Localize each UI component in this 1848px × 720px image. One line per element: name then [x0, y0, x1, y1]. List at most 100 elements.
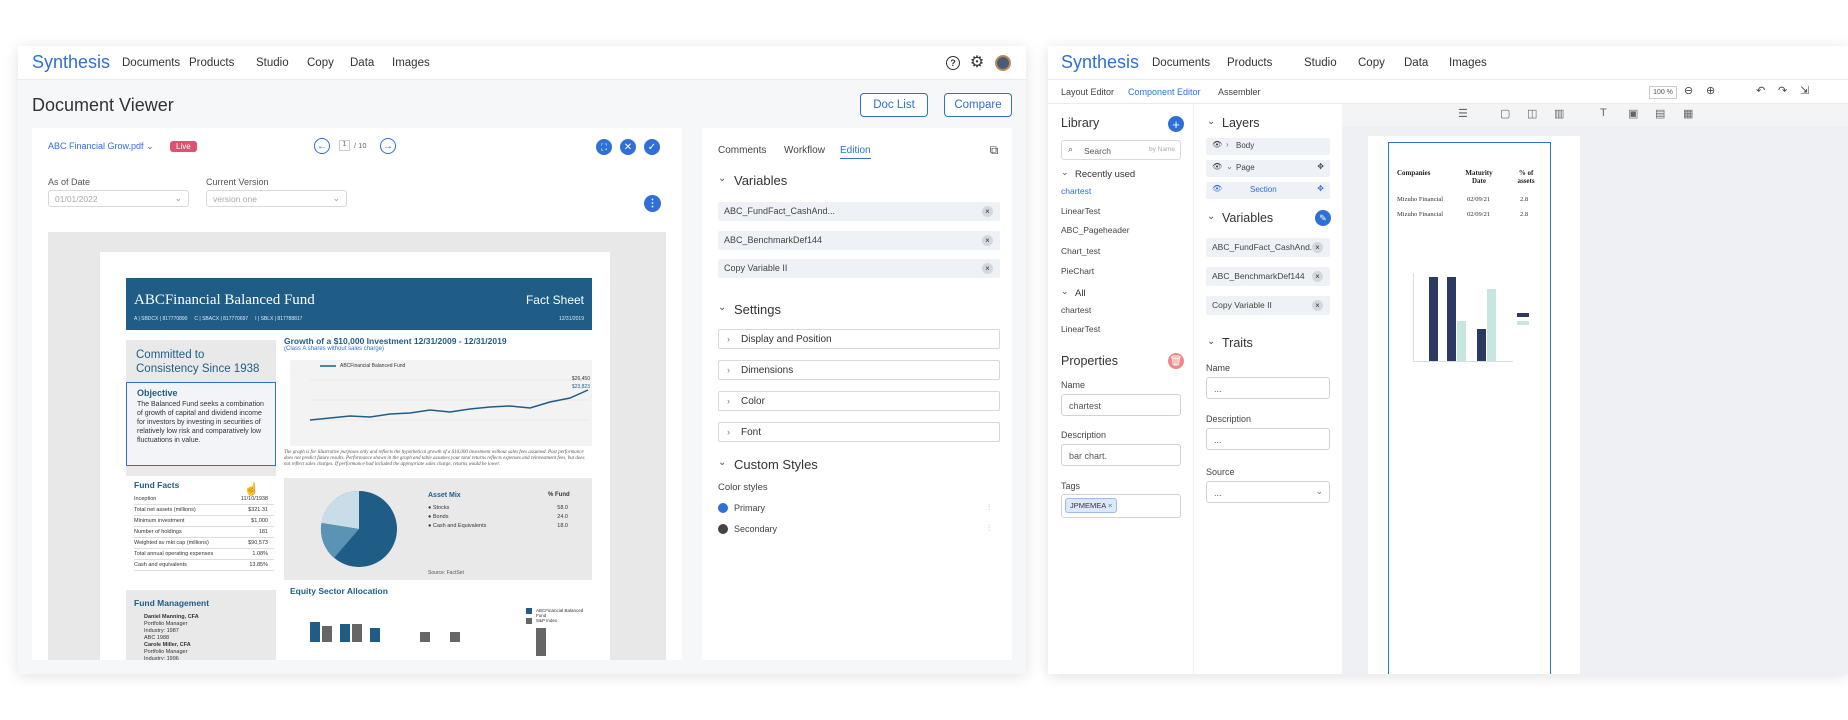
- description-input[interactable]: bar chart.: [1061, 444, 1181, 466]
- export-icon[interactable]: ⇲: [1800, 84, 1809, 97]
- nav-products[interactable]: Products: [1227, 57, 1272, 69]
- export-icon[interactable]: ⧉: [986, 142, 1002, 158]
- compare-button[interactable]: Compare: [944, 93, 1012, 117]
- variable-chip[interactable]: ABC_FundFact_CashAnd... ×: [1206, 238, 1330, 257]
- chevron-down-icon[interactable]: ⌄: [718, 302, 726, 313]
- variable-chip[interactable]: ABC_BenchmarkDef144 ×: [1206, 267, 1330, 286]
- adjust-icon[interactable]: ⫶: [988, 502, 990, 513]
- chevron-down-icon[interactable]: ⌄: [718, 173, 726, 184]
- remove-icon[interactable]: ×: [1312, 242, 1323, 253]
- eye-icon[interactable]: 👁: [1212, 162, 1222, 171]
- chevron-down-icon[interactable]: ⌄: [1207, 336, 1215, 347]
- nav-studio[interactable]: Studio: [256, 57, 289, 69]
- remove-icon[interactable]: ×: [1108, 501, 1112, 510]
- brand-logo[interactable]: Synthesis: [1061, 52, 1139, 73]
- doc-list-button[interactable]: Doc List: [860, 93, 928, 117]
- move-icon[interactable]: ✥: [1317, 162, 1324, 171]
- library-item[interactable]: PieChart: [1061, 266, 1094, 276]
- remove-icon[interactable]: ×: [1312, 271, 1323, 282]
- brand-logo[interactable]: Synthesis: [32, 52, 110, 73]
- tab-layout-editor[interactable]: Layout Editor: [1061, 87, 1114, 97]
- zoom-input[interactable]: 100 %: [1649, 86, 1677, 99]
- adjust-icon[interactable]: ⫶: [988, 523, 990, 534]
- objective-box[interactable]: Objective The Balanced Fund seeks a comb…: [126, 382, 276, 466]
- eye-icon[interactable]: 👁: [1212, 140, 1222, 149]
- nav-studio[interactable]: Studio: [1304, 57, 1337, 69]
- move-icon[interactable]: ✥: [1317, 184, 1324, 193]
- trait-name-input[interactable]: ...: [1206, 377, 1330, 399]
- library-item[interactable]: ABC_Pageheader: [1061, 225, 1130, 235]
- search-by-select[interactable]: by Name: [1149, 146, 1175, 153]
- next-page-icon[interactable]: →: [380, 138, 396, 154]
- edit-icon[interactable]: ✎: [1315, 210, 1331, 226]
- trait-source-select[interactable]: ... ⌄: [1206, 481, 1330, 503]
- variable-chip[interactable]: Copy Variable II ×: [718, 259, 1000, 278]
- chart-icon[interactable]: ▤: [1655, 107, 1665, 120]
- image-icon[interactable]: ▣: [1628, 107, 1638, 120]
- chevron-down-icon[interactable]: ⌄: [1207, 211, 1215, 222]
- table-icon[interactable]: ▦: [1683, 107, 1693, 120]
- variable-chip[interactable]: Copy Variable II ×: [1206, 296, 1330, 315]
- more-options-icon[interactable]: ⋮: [644, 195, 661, 212]
- remove-icon[interactable]: ×: [982, 206, 993, 217]
- library-item[interactable]: Chart_test: [1061, 246, 1100, 256]
- accordion-dimensions[interactable]: › Dimensions: [718, 360, 1000, 380]
- trait-description-input[interactable]: ...: [1206, 428, 1330, 450]
- page-input[interactable]: 1: [339, 140, 350, 151]
- variable-chip[interactable]: ABC_FundFact_CashAnd... ×: [718, 202, 1000, 221]
- layer-body[interactable]: 👁 › Body: [1206, 138, 1330, 155]
- accordion-color[interactable]: › Color: [718, 391, 1000, 411]
- tags-input[interactable]: JPMEMEA ×: [1061, 494, 1181, 518]
- name-input[interactable]: chartest: [1061, 394, 1181, 416]
- one-column-icon[interactable]: ▢: [1500, 107, 1510, 120]
- variable-chip[interactable]: ABC_BenchmarkDef144 ×: [718, 231, 1000, 250]
- help-icon[interactable]: ?: [946, 56, 960, 70]
- reject-icon[interactable]: ✕: [620, 139, 636, 155]
- zoom-out-icon[interactable]: ⊖: [1684, 84, 1693, 97]
- nav-images[interactable]: Images: [392, 57, 430, 69]
- tab-comments[interactable]: Comments: [718, 145, 766, 156]
- tab-assembler[interactable]: Assembler: [1218, 87, 1261, 97]
- chevron-down-icon[interactable]: ⌄: [718, 457, 726, 468]
- library-item[interactable]: chartest: [1061, 305, 1091, 315]
- chevron-down-icon[interactable]: ⌄: [1207, 116, 1215, 127]
- secondary-swatch[interactable]: [718, 524, 728, 534]
- align-icon[interactable]: ☰: [1458, 107, 1468, 120]
- gear-icon[interactable]: ⚙: [968, 53, 986, 71]
- layer-section[interactable]: 👁 Section ✥: [1206, 182, 1330, 199]
- accordion-font[interactable]: › Font: [718, 422, 1000, 442]
- layer-page[interactable]: 👁 ⌄ Page ✥: [1206, 160, 1330, 177]
- version-select[interactable]: version one ⌄: [206, 190, 347, 207]
- nav-data[interactable]: Data: [1404, 57, 1428, 69]
- text-icon[interactable]: T: [1600, 107, 1607, 119]
- chevron-down-icon[interactable]: ⌄: [1061, 167, 1069, 178]
- nav-copy[interactable]: Copy: [307, 57, 334, 69]
- tab-component-editor[interactable]: Component Editor: [1128, 87, 1201, 97]
- eye-icon[interactable]: 👁: [1212, 184, 1222, 193]
- remove-icon[interactable]: ×: [1312, 300, 1323, 311]
- tab-workflow[interactable]: Workflow: [784, 145, 825, 156]
- nav-products[interactable]: Products: [189, 57, 234, 69]
- nav-documents[interactable]: Documents: [122, 57, 180, 69]
- remove-icon[interactable]: ×: [982, 263, 993, 274]
- file-select[interactable]: ABC Financial Grow.pdf ⌄: [48, 141, 154, 152]
- delete-icon[interactable]: 🗑: [1168, 353, 1184, 369]
- prev-page-icon[interactable]: ←: [314, 138, 330, 154]
- add-icon[interactable]: +: [1168, 116, 1184, 132]
- avatar[interactable]: [995, 55, 1011, 71]
- chevron-down-icon[interactable]: ⌄: [1061, 286, 1069, 297]
- redo-icon[interactable]: ↷: [1778, 84, 1787, 97]
- undo-icon[interactable]: ↶: [1756, 84, 1765, 97]
- two-column-icon[interactable]: ◫: [1527, 107, 1537, 120]
- search-input[interactable]: ⌕ Search by Name: [1061, 140, 1181, 160]
- library-item[interactable]: LinearTest: [1061, 324, 1100, 334]
- nav-images[interactable]: Images: [1449, 57, 1487, 69]
- library-item[interactable]: LinearTest: [1061, 206, 1100, 216]
- zoom-in-icon[interactable]: ⊕: [1706, 84, 1715, 97]
- three-column-icon[interactable]: ▥: [1554, 107, 1564, 120]
- approve-icon[interactable]: ✓: [644, 139, 660, 155]
- nav-documents[interactable]: Documents: [1152, 57, 1210, 69]
- nav-copy[interactable]: Copy: [1358, 57, 1385, 69]
- remove-icon[interactable]: ×: [982, 235, 993, 246]
- section-frame[interactable]: Companies Maturity Date % of assets Mizu…: [1388, 142, 1551, 674]
